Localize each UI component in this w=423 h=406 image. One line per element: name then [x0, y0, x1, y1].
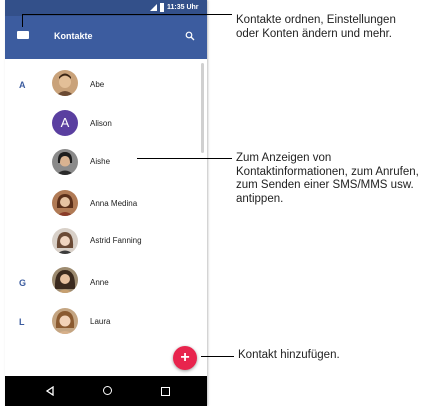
callout-line: [137, 158, 232, 159]
contact-name[interactable]: Anna Medina: [90, 199, 137, 208]
avatar[interactable]: [52, 267, 78, 293]
avatar[interactable]: [52, 190, 78, 216]
contact-name[interactable]: Anne: [90, 278, 109, 287]
contact-name[interactable]: Alison: [90, 119, 112, 128]
recent-apps-icon[interactable]: [161, 387, 170, 396]
back-icon[interactable]: [45, 386, 55, 396]
status-time: 11:35 Uhr: [167, 4, 199, 11]
avatar[interactable]: [52, 70, 78, 96]
contact-name[interactable]: Aishe: [90, 157, 110, 166]
nav-bar: [5, 376, 207, 406]
menu-icon[interactable]: [17, 31, 29, 39]
section-letter: G: [19, 278, 27, 288]
contact-name[interactable]: Laura: [90, 317, 110, 326]
callout-menu-text: Kontakte ordnen, Einstellungen oder Kont…: [236, 14, 396, 40]
section-letter: A: [19, 80, 26, 90]
callout-line: [201, 356, 234, 357]
add-contact-button[interactable]: +: [173, 346, 197, 370]
avatar[interactable]: A: [52, 110, 78, 136]
scrollbar[interactable]: [201, 63, 204, 153]
callout-contact-text: Zum Anzeigen von Kontaktinformationen, z…: [236, 152, 419, 205]
page-title: Kontakte: [54, 31, 93, 41]
callout-add-text: Kontakt hinzufügen.: [238, 349, 340, 361]
section-letter: L: [19, 317, 25, 327]
avatar[interactable]: [52, 149, 78, 175]
app-bar: Kontakte: [5, 16, 207, 59]
callout-line: [22, 14, 23, 27]
contact-name[interactable]: Abe: [90, 80, 104, 89]
battery-icon: [160, 3, 164, 12]
signal-icon: [150, 4, 157, 11]
avatar[interactable]: [52, 228, 78, 254]
home-icon[interactable]: [103, 386, 112, 395]
phone-screen: 11:35 Uhr Kontakte A Abe A Alison Aishe …: [5, 0, 207, 406]
search-icon[interactable]: [185, 31, 195, 41]
avatar[interactable]: [52, 308, 78, 334]
contact-name[interactable]: Astrid Fanning: [90, 236, 142, 245]
contact-list[interactable]: A Abe A Alison Aishe Anna Medina Astrid …: [5, 59, 207, 376]
callout-line: [22, 14, 232, 15]
